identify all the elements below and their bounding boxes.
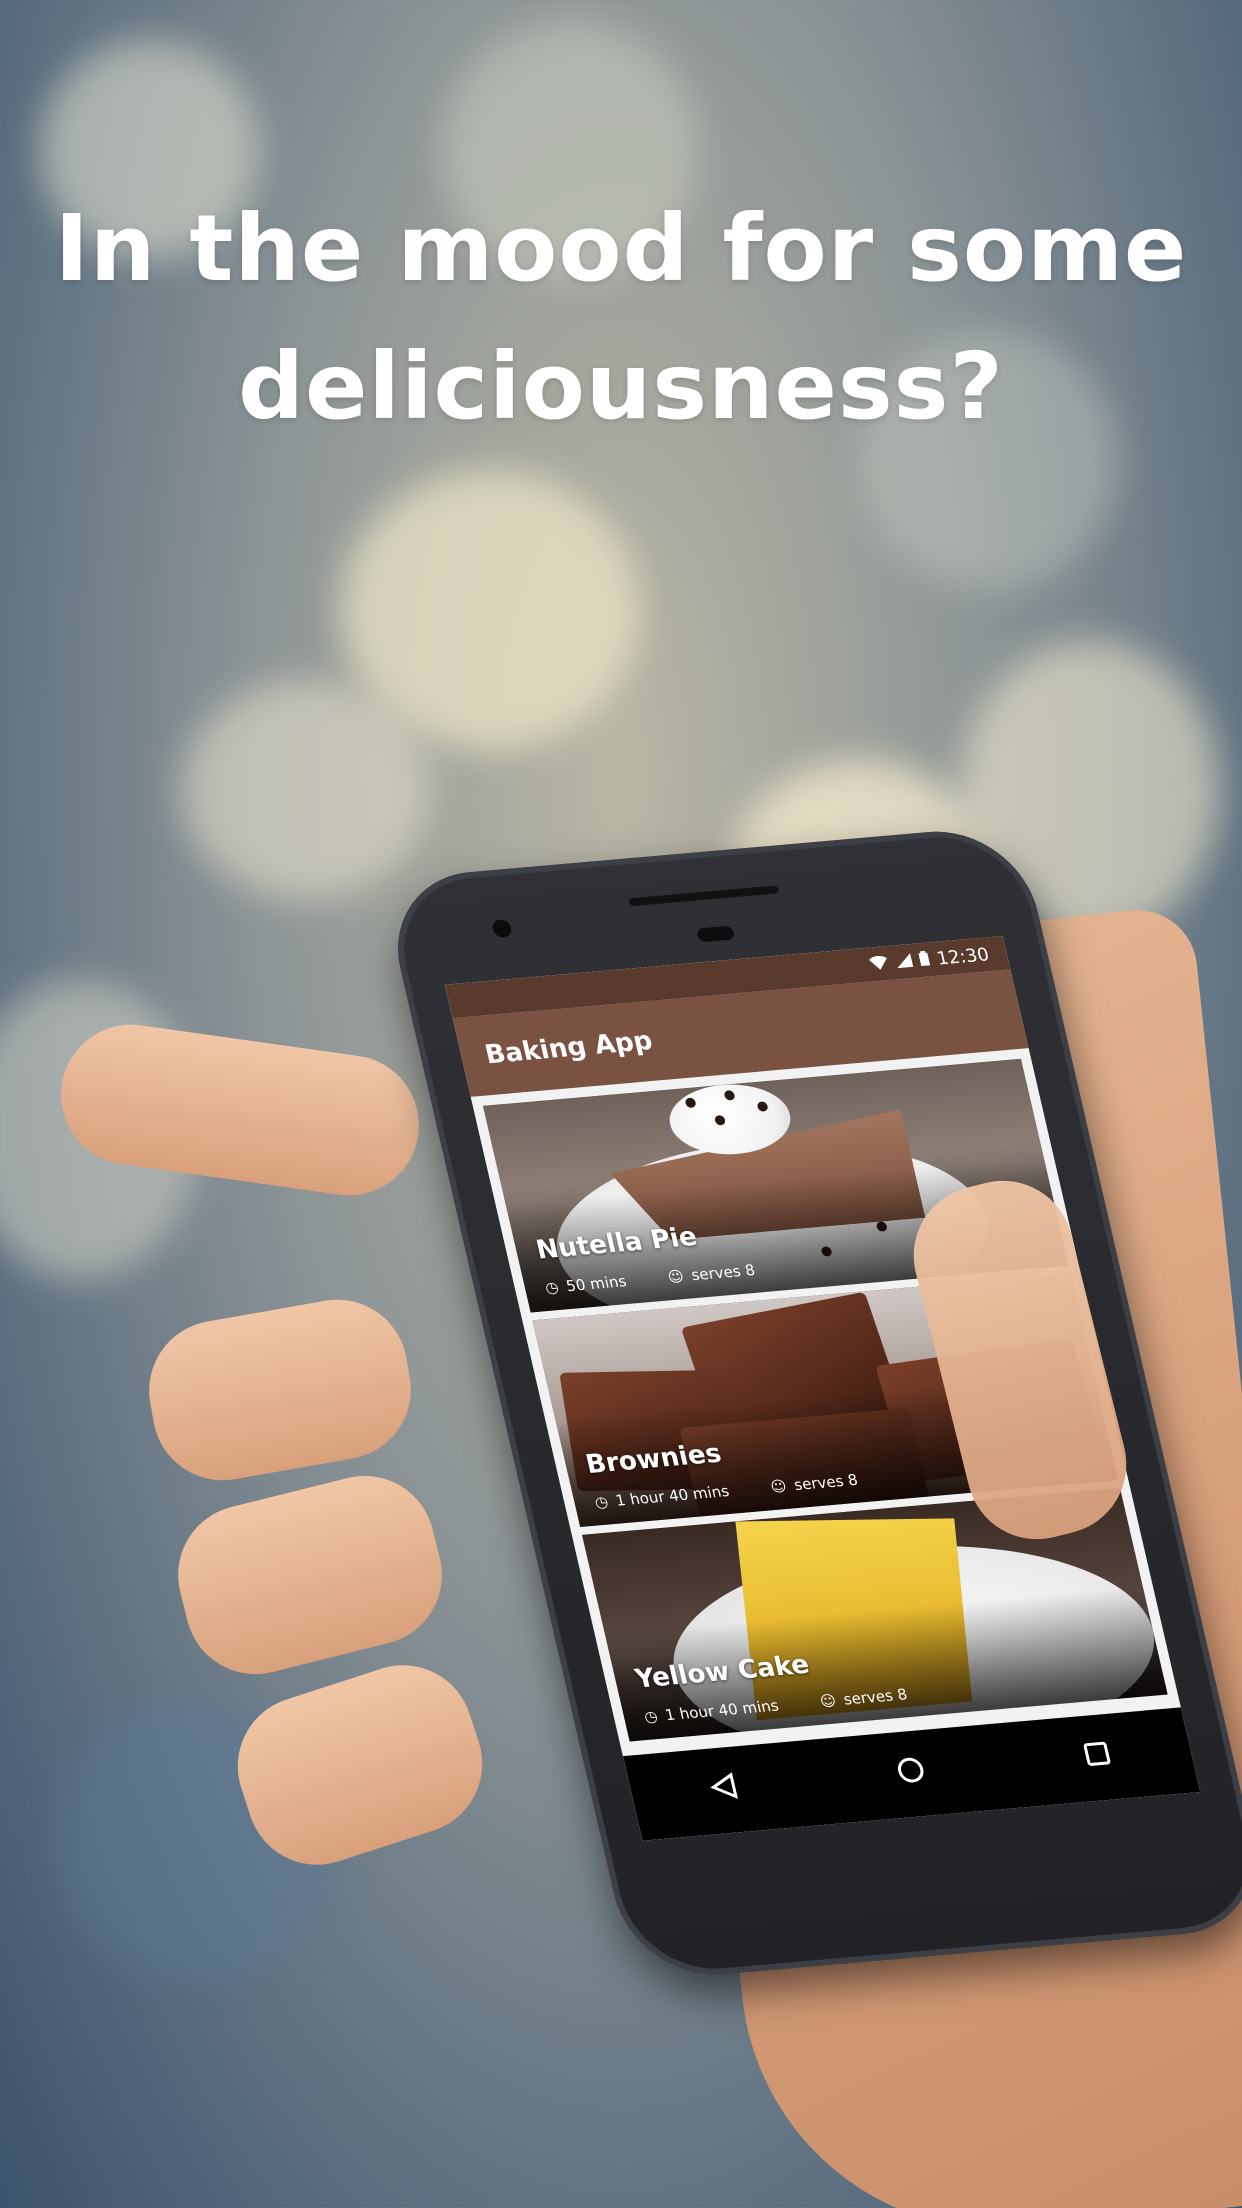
smiley-icon: ☺ xyxy=(818,1691,838,1711)
home-circle-icon[interactable] xyxy=(892,1754,931,1794)
hand-finger xyxy=(219,1647,501,1883)
clock-icon: ◷ xyxy=(543,1278,561,1297)
wifi-icon xyxy=(868,955,890,973)
headline-line-1: In the mood for some xyxy=(54,195,1188,302)
clock-icon: ◷ xyxy=(642,1707,660,1726)
bokeh-light xyxy=(340,470,640,750)
smiley-icon: ☺ xyxy=(768,1477,789,1497)
recents-square-icon[interactable] xyxy=(1078,1738,1117,1778)
battery-icon xyxy=(918,950,931,969)
headline-line-2: deliciousness? xyxy=(238,333,1004,440)
back-triangle-icon[interactable] xyxy=(706,1770,745,1810)
status-time: 12:30 xyxy=(934,943,992,970)
signal-icon xyxy=(894,952,914,971)
clock-icon: ◷ xyxy=(592,1492,610,1512)
bokeh-light xyxy=(180,680,430,900)
app-title: Baking App xyxy=(482,1026,656,1071)
hand-finger xyxy=(138,1288,422,1492)
headline: In the mood for some deliciousness? xyxy=(0,180,1242,456)
hand-finger xyxy=(52,1015,428,1205)
smiley-icon: ☺ xyxy=(665,1267,686,1287)
hand-finger xyxy=(163,1461,457,1689)
